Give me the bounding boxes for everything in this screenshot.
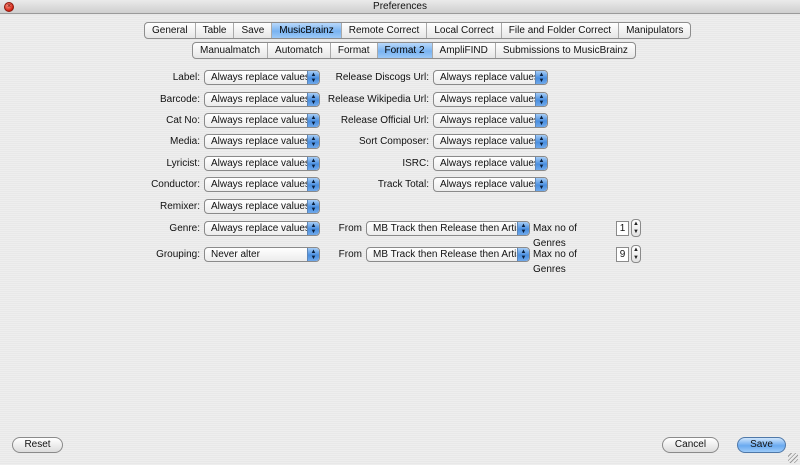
tab-table[interactable]: Table — [196, 23, 235, 38]
label-field-label: Label: — [172, 72, 200, 83]
label-select-value: Always replace values — [211, 72, 310, 83]
conductor-select-value: Always replace values — [211, 179, 310, 190]
tab-musicbrainz[interactable]: MusicBrainz — [272, 23, 342, 38]
release-discogs-url-select[interactable]: Always replace values ▲ ▼ — [433, 70, 548, 85]
release-discogs-url-value: Always replace values — [440, 72, 539, 83]
updown-arrows-icon: ▲ ▼ — [517, 248, 529, 261]
remixer-select-value: Always replace values — [211, 201, 310, 212]
subtab-format[interactable]: Format — [331, 43, 378, 58]
stepper-arrows-icon[interactable]: ▲ ▼ — [631, 245, 641, 263]
cancel-button[interactable]: Cancel — [662, 437, 719, 453]
track-total-value: Always replace values — [440, 179, 539, 190]
grouping-max-label: Max no of Genres — [533, 249, 577, 275]
barcode-select[interactable]: Always replace values ▲ ▼ — [204, 92, 320, 107]
updown-arrows-icon: ▲ ▼ — [535, 93, 547, 106]
media-select-value: Always replace values — [211, 136, 310, 147]
lyricist-field-label: Lyricist: — [166, 158, 200, 169]
subtab-submissions[interactable]: Submissions to MusicBrainz — [496, 43, 635, 58]
updown-arrows-icon: ▲ ▼ — [535, 157, 547, 170]
remixer-field-label: Remixer: — [159, 201, 200, 212]
main-tab-bar: General Table Save MusicBrainz Remote Co… — [144, 22, 692, 39]
sub-tab-bar: Manualmatch Automatch Format Format 2 Am… — [192, 42, 636, 59]
catno-field-label: Cat No: — [166, 115, 200, 126]
tab-save[interactable]: Save — [234, 23, 273, 38]
sort-composer-select[interactable]: Always replace values ▲ ▼ — [433, 134, 548, 149]
save-button[interactable]: Save — [737, 437, 786, 453]
isrc-select[interactable]: Always replace values ▲ ▼ — [433, 156, 548, 171]
tab-remote-correct[interactable]: Remote Correct — [342, 23, 428, 38]
lyricist-select-value: Always replace values — [211, 158, 310, 169]
genre-select[interactable]: Always replace values ▲ ▼ — [204, 221, 320, 236]
genre-field-label: Genre: — [169, 223, 200, 234]
grouping-from-select[interactable]: MB Track then Release then Artist ▲ ▼ — [366, 247, 530, 262]
title-bar: × Preferences — [0, 0, 800, 14]
track-total-label: Track Total: — [377, 179, 429, 190]
release-official-url-label: Release Official Url: — [340, 115, 429, 126]
window-title: Preferences — [373, 1, 427, 12]
updown-arrows-icon: ▲ ▼ — [535, 178, 547, 191]
media-field-label: Media: — [169, 136, 200, 147]
conductor-select[interactable]: Always replace values ▲ ▼ — [204, 177, 320, 192]
release-discogs-url-label: Release Discogs Url: — [335, 72, 429, 83]
resize-grip-icon[interactable] — [788, 453, 798, 463]
subtab-format-2[interactable]: Format 2 — [377, 43, 433, 58]
genre-from-select[interactable]: MB Track then Release then Artist ▲ ▼ — [366, 221, 530, 236]
barcode-select-value: Always replace values — [211, 94, 310, 105]
updown-arrows-icon: ▲ ▼ — [535, 114, 547, 127]
close-icon[interactable]: × — [4, 2, 14, 12]
grouping-select-value: Never alter — [211, 249, 260, 260]
stepper-arrows-icon[interactable]: ▲ ▼ — [631, 219, 641, 237]
updown-arrows-icon: ▲ ▼ — [517, 222, 529, 235]
updown-arrows-icon: ▲ ▼ — [307, 222, 319, 235]
updown-arrows-icon: ▲ ▼ — [307, 248, 319, 261]
lyricist-select[interactable]: Always replace values ▲ ▼ — [204, 156, 320, 171]
release-wikipedia-url-value: Always replace values — [440, 94, 539, 105]
track-total-select[interactable]: Always replace values ▲ ▼ — [433, 177, 548, 192]
grouping-max-input[interactable]: 9 — [616, 247, 629, 262]
updown-arrows-icon: ▲ ▼ — [535, 135, 547, 148]
isrc-value: Always replace values — [440, 158, 539, 169]
release-official-url-value: Always replace values — [440, 115, 539, 126]
sort-composer-value: Always replace values — [440, 136, 539, 147]
remixer-select[interactable]: Always replace values ▲ ▼ — [204, 199, 320, 214]
genre-select-value: Always replace values — [211, 223, 310, 234]
catno-select-value: Always replace values — [211, 115, 310, 126]
barcode-field-label: Barcode: — [159, 94, 200, 105]
tab-local-correct[interactable]: Local Correct — [427, 23, 502, 38]
grouping-from-value: MB Track then Release then Artist — [373, 249, 525, 260]
genre-from-value: MB Track then Release then Artist — [373, 223, 525, 234]
genre-from-label: From — [338, 223, 362, 234]
preferences-content: General Table Save MusicBrainz Remote Co… — [0, 15, 800, 465]
grouping-field-label: Grouping: — [156, 249, 200, 260]
tab-manipulators[interactable]: Manipulators — [619, 23, 690, 38]
conductor-field-label: Conductor: — [151, 179, 200, 190]
isrc-label: ISRC: — [402, 158, 429, 169]
reset-button[interactable]: Reset — [12, 437, 63, 453]
release-official-url-select[interactable]: Always replace values ▲ ▼ — [433, 113, 548, 128]
subtab-amplifind[interactable]: AmpliFIND — [433, 43, 496, 58]
label-select[interactable]: Always replace values ▲ ▼ — [204, 70, 320, 85]
subtab-automatch[interactable]: Automatch — [268, 43, 331, 58]
grouping-from-label: From — [338, 249, 362, 260]
media-select[interactable]: Always replace values ▲ ▼ — [204, 134, 320, 149]
release-wikipedia-url-select[interactable]: Always replace values ▲ ▼ — [433, 92, 548, 107]
sort-composer-label: Sort Composer: — [358, 136, 429, 147]
tab-general[interactable]: General — [145, 23, 196, 38]
updown-arrows-icon: ▲ ▼ — [307, 200, 319, 213]
release-wikipedia-url-label: Release Wikipedia Url: — [327, 94, 429, 105]
updown-arrows-icon: ▲ ▼ — [535, 71, 547, 84]
genre-max-input[interactable]: 1 — [616, 221, 629, 236]
tab-file-folder-correct[interactable]: File and Folder Correct — [502, 23, 620, 38]
grouping-select[interactable]: Never alter ▲ ▼ — [204, 247, 320, 262]
subtab-manualmatch[interactable]: Manualmatch — [193, 43, 269, 58]
catno-select[interactable]: Always replace values ▲ ▼ — [204, 113, 320, 128]
